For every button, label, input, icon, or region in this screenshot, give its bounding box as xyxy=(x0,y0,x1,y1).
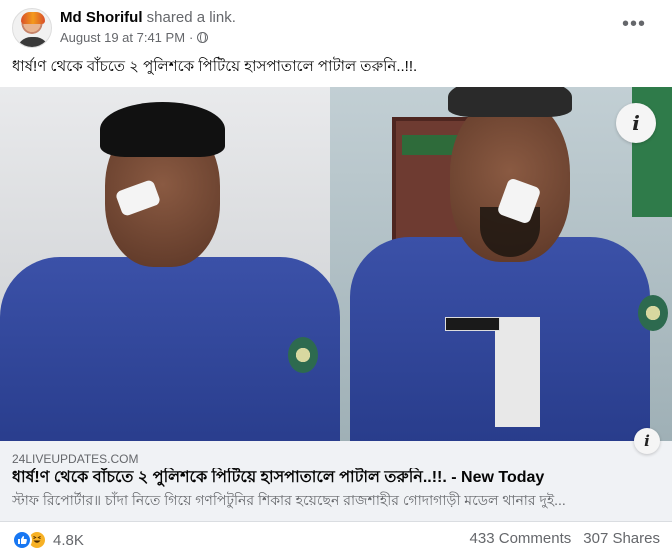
author-avatar[interactable] xyxy=(12,8,52,48)
link-preview-details[interactable]: 24LIVEUPDATES.COM ধার্ষ!ণ থেকে বাঁচতে ২ … xyxy=(0,441,672,522)
reaction-count: 4.8K xyxy=(53,531,84,549)
shares-count[interactable]: 307 Shares xyxy=(583,530,660,547)
image-person-left xyxy=(0,102,340,441)
more-options-icon[interactable]: ••• xyxy=(622,14,646,34)
image-vest xyxy=(495,317,540,427)
reactions-summary[interactable]: 4.8K xyxy=(12,530,84,550)
post-meta: August 19 at 7:41 PM · xyxy=(60,30,236,45)
avatar-shoulders xyxy=(17,37,49,47)
avatar-turban xyxy=(21,12,45,24)
image-badge xyxy=(288,337,318,373)
globe-icon xyxy=(197,32,209,43)
link-description: স্টাফ রিপোর্টার॥ চাঁদা নিতে গিয়ে গণপিটু… xyxy=(12,492,566,508)
info-icon[interactable]: i xyxy=(634,428,660,454)
like-icon xyxy=(12,530,32,550)
link-title[interactable]: ধার্ষ!ণ থেকে বাঁচতে ২ পুলিশকে পিটিয়ে হা… xyxy=(12,468,642,488)
post-caption: ধার্ষ!ণ থেকে বাঁচতে ২ পুলিশকে পিটিয়ে হা… xyxy=(12,58,418,75)
post-timestamp[interactable]: August 19 at 7:41 PM xyxy=(60,30,185,45)
link-preview-image[interactable]: i xyxy=(0,87,672,441)
post-header-text: Md Shoriful shared a link. August 19 at … xyxy=(60,9,236,45)
post-action: shared a link. xyxy=(146,9,236,26)
image-badge xyxy=(638,295,668,331)
info-icon[interactable]: i xyxy=(616,103,656,143)
image-person-right xyxy=(330,87,668,441)
author-line: Md Shoriful shared a link. xyxy=(60,9,236,27)
link-domain: 24LIVEUPDATES.COM xyxy=(12,452,139,466)
meta-separator: · xyxy=(189,30,194,45)
author-name[interactable]: Md Shoriful xyxy=(60,9,143,26)
feed-post: Md Shoriful shared a link. August 19 at … xyxy=(0,0,672,556)
comments-count[interactable]: 433 Comments xyxy=(470,530,572,547)
engagement-counts: 433 Comments 307 Shares xyxy=(470,530,660,547)
image-nameplate xyxy=(445,317,500,331)
post-header: Md Shoriful shared a link. August 19 at … xyxy=(12,8,660,48)
image-hair xyxy=(448,87,572,117)
image-hair xyxy=(100,102,225,157)
post-engagement-bar: 4.8K 433 Comments 307 Shares xyxy=(12,528,660,552)
